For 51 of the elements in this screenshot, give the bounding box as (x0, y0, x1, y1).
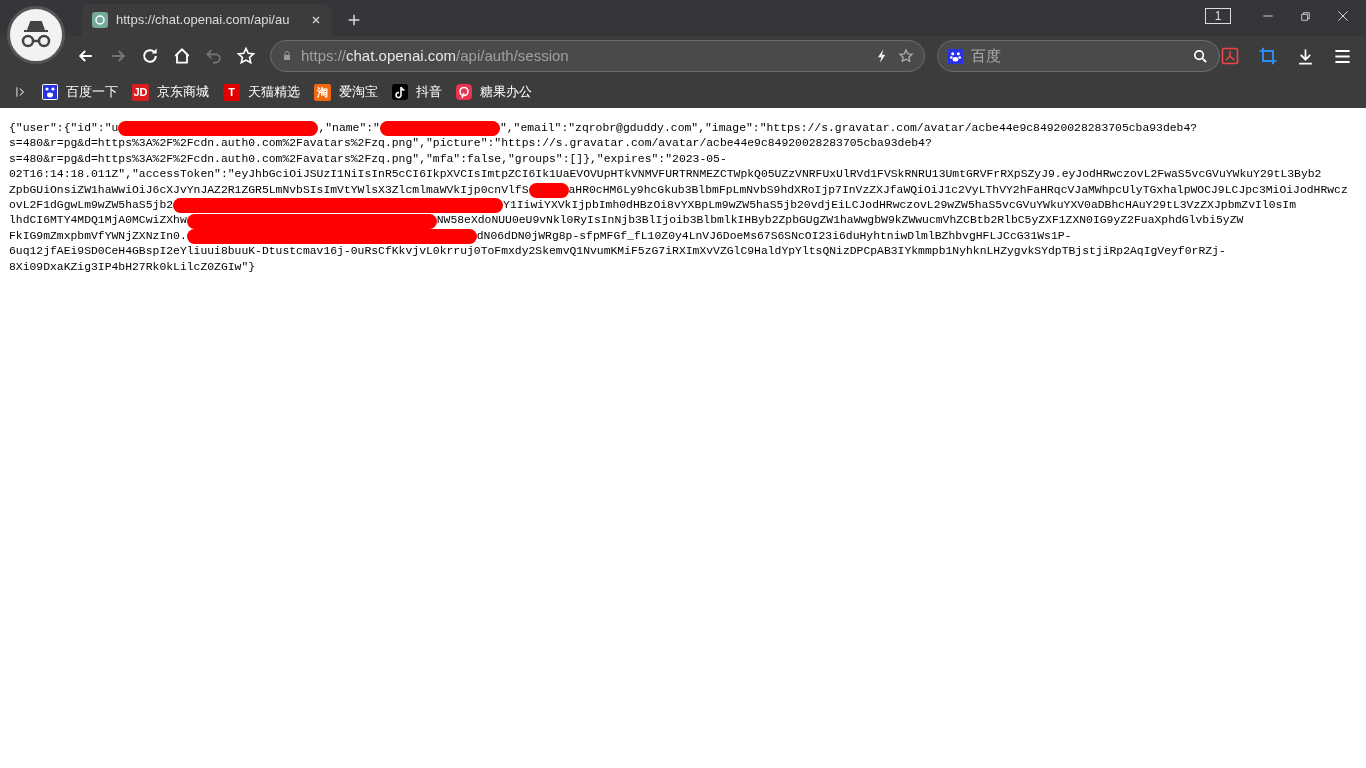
round-logo-icon (456, 84, 472, 100)
redaction-mark (528, 182, 569, 198)
json-text: Y1IiwiYXVkIjpbImh0dHBzOi8vYXBpLm9wZW5haS5jb20vdjEiLCJodHRwczovL29wZW5haS5vcGVuYWkuYXV0aDBhcHAuY29tL3VzZXJpbmZvIl0sIm (503, 197, 1296, 213)
search-input[interactable]: 百度 (971, 44, 1184, 68)
json-text: ovL2F1dGgwLm9wZW5haS5jb2 (9, 197, 174, 213)
paw-icon (42, 84, 58, 100)
json-text: {"user":{"id":"u (9, 121, 119, 136)
search-icon[interactable] (1192, 47, 1209, 65)
json-text: 6uq12jfAEi9SD0CeH4GBspI2eYliuui8buuK-Dtustcmav16j-0uRsCfKkvjvL0krruj0ToFmxdy2SkemvQ1NvumKMiF5zG7iRXImXvVZGlC9HaldYpYltsQNizDPCpAB3IYkmmpb1NyhknLHZygvkSYdpTBjstjiRp2AqIgVeyf0rRZj- (9, 244, 1226, 260)
bookmark-star-icon[interactable] (236, 46, 256, 66)
bookmark-item[interactable]: 百度一下 (42, 82, 118, 102)
bookmark-item[interactable]: 淘 爱淘宝 (314, 82, 378, 102)
json-text: 02T16:14:18.011Z","accessToken":"eyJhbGciOiJSUzI1NiIsInR5cCI6IkpXVCIsImtpZCI6Ik1UaEVOVUpHTkVNMVFURTRNMEZCTWpkQ05UZzVNRFUxUlRVd1FVSkRNRU13UmtGRVFrRXpSZyJ9.eyJodHRwczovL2FwaS5vcGVuYWkuY29tL3Byb2 (9, 167, 1322, 183)
reload-icon[interactable] (140, 46, 160, 66)
json-text: aHR0cHM6Ly9hcGkub3BlbmFpLmNvbS9hdXRoIjp7InVzZXJfaWQiOiJ1c2VyLThVY2hFaHRqcVJaMWhpcUlyTGxhalpWOCJ9LCJpc3MiOiJodHRwcz (568, 182, 1348, 198)
close-icon[interactable] (1336, 9, 1350, 23)
paw-icon (948, 48, 963, 64)
url-text: https://chat.openai.com/api/auth/session (301, 45, 570, 66)
json-text: s=480&r=pg&d=https%3A%2F%2Fcdn.auth0.com%2Favatars%2Fzq.png","mfa":false,"groups":[]},"expires":"2023-05- (9, 151, 727, 167)
json-text: ","email":"zqrobr@gduddy.com","image":"https://s.gravatar.com/avatar/acbe44e9c84920028283705cba93deb4? (499, 121, 1198, 136)
logo-icon: JD (132, 83, 149, 101)
pdf-icon[interactable] (1220, 46, 1240, 66)
download-icon[interactable] (1296, 46, 1315, 66)
home-icon[interactable] (172, 46, 192, 66)
json-text: s=480&r=pg&d=https%3A%2F%2Fcdn.auth0.com%2Favatars%2Fzq.png","picture":"https://s.gravatar.com/avatar/acbe44e9c84920028283705cba93deb4? (9, 136, 932, 152)
logo-icon: 淘 (314, 83, 331, 101)
bookmark-item[interactable]: 抖音 (392, 82, 442, 102)
logo-icon: T (223, 83, 240, 101)
close-icon[interactable] (310, 14, 322, 26)
bookmark-item[interactable]: T 天猫精选 (223, 82, 300, 102)
star-icon[interactable] (898, 48, 914, 64)
bookmark-item[interactable]: JD 京东商城 (132, 82, 209, 102)
search-field[interactable]: 百度 (937, 40, 1220, 72)
json-text: lhdCI6MTY4MDQ1MjA0MCwiZXhw (9, 213, 187, 229)
json-text: 8Xi09DxaKZig3IP4bH27Rk0kLilcZ0ZGIw"} (9, 259, 256, 275)
tab-title: https://chat.openai.com/api/au (116, 11, 291, 30)
new-tab-icon[interactable] (346, 12, 362, 28)
lock-icon (281, 50, 293, 62)
json-text: NW58eXdoNUU0eU9vNkl0RyIsInNjb3BlIjoib3BlbmlkIHByb2ZpbGUgZW1haWwgbW9kZWwucmVhZCBtb2RlbC5yZXF1ZXN0IG9yZ2FuaXphdGlvbi5yZW (436, 213, 1244, 229)
json-text: ,"name":" (318, 121, 380, 136)
restore-icon[interactable] (1299, 9, 1312, 23)
address-bar[interactable]: https://chat.openai.com/api/auth/session (270, 40, 925, 72)
music-note-icon (392, 84, 408, 100)
crop-icon[interactable] (1258, 46, 1278, 66)
json-text: ZpbGUiOnsiZW1haWwiOiJ6cXJvYnJAZ2R1ZGR5LmNvbSIsImVtYWlsX3ZlcmlmaWVkIjp0cnVlfS (9, 182, 529, 198)
tab-favicon (92, 12, 108, 28)
json-text: dN06dDN0jWRg8p-sfpMFGf_fL10Z0y4LnVJ6DoeMs67S6SNcOI23i6duHyhtniwDlmlBZhbvgHFLJCcG31Ws1P- (476, 228, 1072, 244)
browser-tab[interactable]: https://chat.openai.com/api/au (82, 4, 332, 36)
json-text: FkIG9mZmxpbmVfYWNjZXNzIn0. (9, 228, 187, 244)
window-count[interactable]: 1 (1205, 8, 1231, 24)
bookmark-item[interactable]: 糖果办公 (456, 82, 532, 102)
